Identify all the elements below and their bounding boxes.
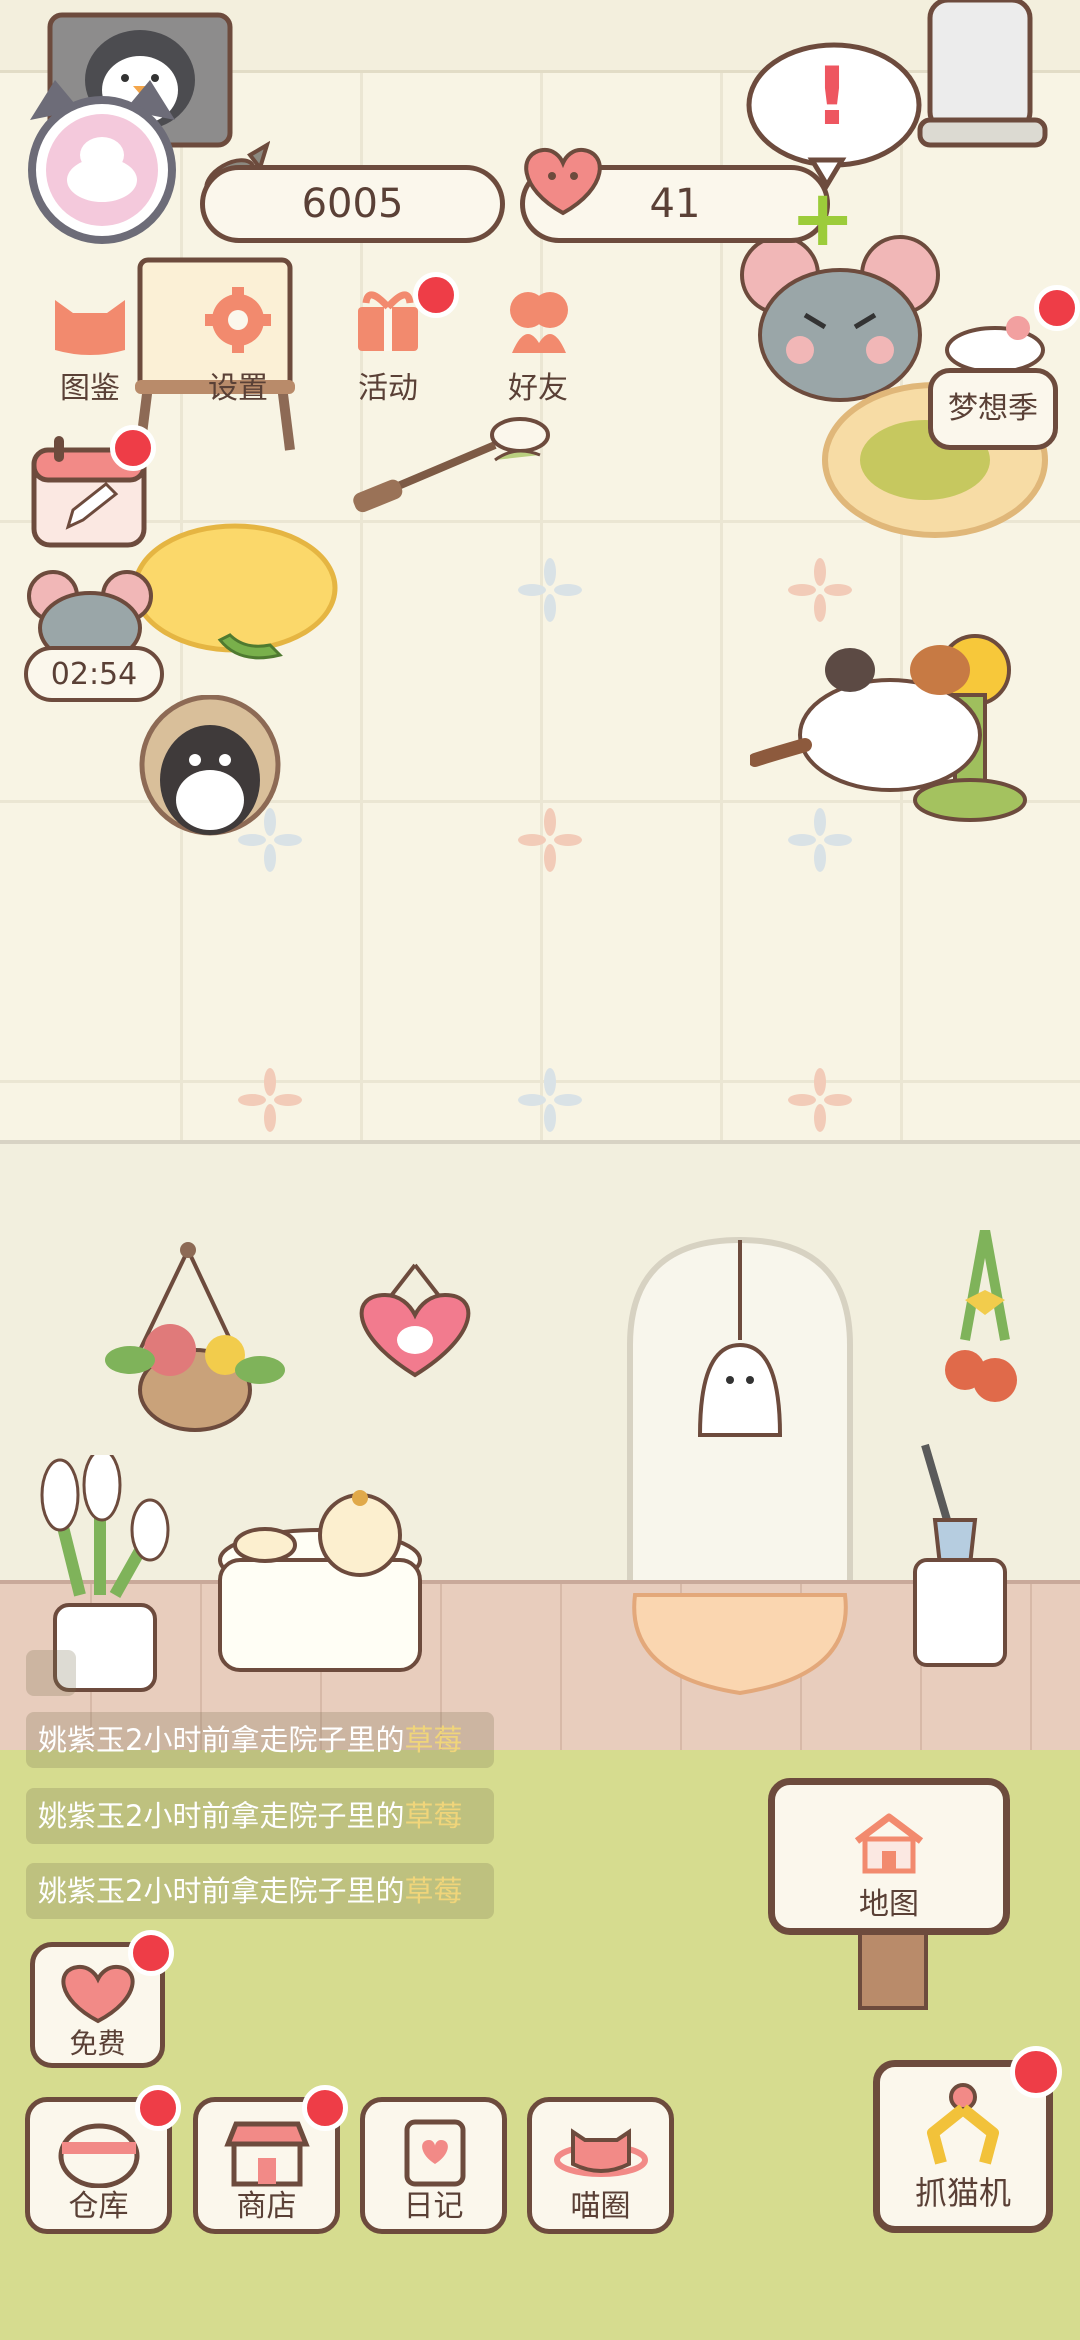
dream-season-cat-icon — [940, 310, 1050, 374]
gear-icon — [205, 287, 271, 353]
map-label: 地图 — [859, 1887, 919, 1922]
claw-icon — [927, 2083, 999, 2165]
heart-face-icon — [518, 138, 608, 218]
claw-machine-label: 抓猫机 — [914, 2174, 1011, 2212]
toast-message-1: 姚紫玉2小时前拿走院子里的草莓 — [26, 1712, 494, 1768]
hanging-flower-basket[interactable] — [100, 1240, 290, 1440]
cat-wand-toy[interactable] — [345, 405, 555, 515]
diary-button[interactable]: 日记 — [360, 2097, 507, 2234]
friends-icon — [510, 292, 568, 353]
calico-cat-scratcher[interactable] — [748, 615, 1040, 825]
shop-icon — [223, 2121, 310, 2187]
dream-season-label: 梦想季 — [948, 391, 1038, 426]
house-icon — [854, 1813, 924, 1874]
menu-catalog-button[interactable]: 图鉴 — [40, 285, 140, 407]
menu-settings-label: 设置 — [208, 371, 268, 406]
alert-mark: ! — [813, 50, 851, 143]
mouse-timer[interactable]: 02:54 — [24, 646, 164, 702]
mouse-timer-icon — [25, 568, 155, 665]
heart-count: 41 — [649, 181, 701, 227]
cat-face-icon — [55, 300, 125, 355]
yellow-flower-cushion[interactable] — [130, 520, 340, 670]
toast-toggle-icon[interactable] — [26, 1650, 76, 1696]
menu-settings-button[interactable]: 设置 — [188, 285, 288, 407]
diary-label: 日记 — [403, 2189, 464, 2224]
free-label: 免费 — [69, 2027, 126, 2060]
arched-window[interactable] — [625, 1235, 855, 1580]
menu-events-label: 活动 — [358, 371, 418, 406]
timer-value: 02:54 — [50, 656, 138, 692]
storage-label: 仓库 — [68, 2189, 129, 2224]
map-sign-post — [858, 1930, 928, 2010]
heart-bunny-sign[interactable] — [350, 1255, 480, 1385]
scalloped-rug[interactable] — [625, 1585, 855, 1700]
fish-count: 6005 — [301, 181, 404, 227]
shop-notification-dot — [302, 2085, 348, 2131]
add-hearts-button[interactable]: + — [790, 180, 855, 258]
heart-face-icon — [60, 1964, 135, 2024]
shop-label: 商店 — [236, 2189, 297, 2224]
player-avatar[interactable] — [20, 80, 185, 245]
cat-planet-icon — [553, 2128, 648, 2177]
tea-table[interactable] — [200, 1490, 450, 1700]
dream-season-button[interactable]: 梦想季 — [928, 368, 1058, 450]
calendar-notification-dot — [110, 425, 156, 471]
dark-cat-in-basket[interactable] — [135, 694, 285, 845]
dried-flower-bouquet[interactable] — [925, 1229, 1045, 1420]
alert-speech-bubble[interactable]: ! — [742, 40, 922, 190]
claw-notification-dot — [1010, 2046, 1062, 2098]
umbrella-stand[interactable] — [905, 1440, 1015, 1675]
cat-circle-button[interactable]: 喵圈 — [527, 2097, 674, 2234]
diary-icon — [404, 2119, 465, 2187]
menu-friends-button[interactable]: 好友 — [488, 285, 588, 407]
menu-catalog-label: 图鉴 — [60, 371, 120, 406]
storage-icon — [58, 2123, 139, 2189]
storage-notification-dot — [135, 2085, 181, 2131]
map-button[interactable]: 地图 — [768, 1778, 1010, 1935]
fish-counter[interactable]: 6005 — [200, 165, 505, 243]
kettle-decor[interactable] — [910, 0, 1060, 150]
free-notification-dot — [128, 1930, 174, 1976]
toast-message-3: 姚紫玉2小时前拿走院子里的草莓 — [26, 1863, 494, 1919]
cat-circle-label: 喵圈 — [570, 2189, 631, 2224]
dream-season-notification-dot — [1034, 285, 1080, 331]
events-notification-dot — [413, 272, 459, 318]
toast-message-2: 姚紫玉2小时前拿走院子里的草莓 — [26, 1788, 494, 1844]
menu-friends-label: 好友 — [508, 371, 568, 406]
